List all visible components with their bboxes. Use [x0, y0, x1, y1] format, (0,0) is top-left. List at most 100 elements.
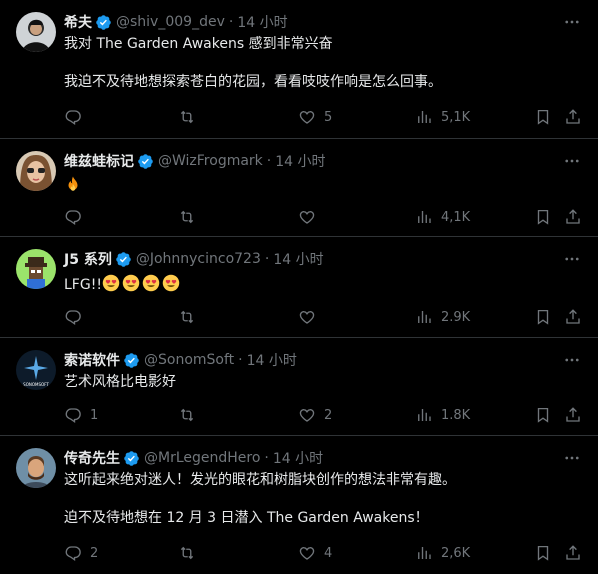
views-icon	[418, 547, 431, 559]
author-handle[interactable]: @MrLegendHero	[144, 450, 260, 466]
verified-badge-icon	[123, 352, 140, 369]
separator-dot: ·	[228, 14, 234, 30]
like-button[interactable]: 5	[298, 107, 332, 127]
like-button[interactable]	[298, 207, 324, 227]
post-sonomsoft[interactable]: SONOMSOFT 索诺软件 @SonomSoft · 14 小时 艺术风格比电…	[0, 338, 598, 436]
bookmark-icon[interactable]	[534, 207, 552, 227]
reply-button[interactable]	[64, 207, 90, 227]
post-time[interactable]: 14 小时	[273, 448, 323, 468]
separator-dot: ·	[238, 352, 243, 368]
author-name[interactable]: 希夫	[64, 12, 92, 32]
avatar[interactable]	[16, 448, 56, 488]
separator-dot: ·	[266, 153, 272, 169]
views-icon	[418, 111, 431, 123]
avatar[interactable]	[16, 151, 56, 191]
like-icon	[299, 310, 315, 324]
reply-icon	[65, 408, 81, 424]
post-text: 这听起来绝对迷人！发光的眼花和树脂块创作的想法非常有趣。 迫不及待地想在 12 …	[64, 471, 456, 528]
views-button[interactable]: 2.9K	[415, 307, 470, 327]
verified-badge-icon	[137, 153, 154, 170]
action-bar: 4,1K	[64, 207, 584, 227]
author-name[interactable]: 维兹蛙标记	[64, 151, 134, 171]
views-icon	[418, 211, 431, 223]
author-name[interactable]: 传奇先生	[64, 448, 120, 468]
author-name[interactable]: J5 系列	[64, 249, 112, 269]
repost-icon	[180, 110, 194, 124]
reply-icon	[65, 310, 81, 326]
like-icon	[299, 110, 315, 124]
author-handle[interactable]: @SonomSoft	[144, 352, 234, 368]
like-icon	[299, 546, 315, 560]
post-header: 传奇先生 @MrLegendHero · 14 小时	[64, 448, 323, 468]
action-bar: 2 4 2,6K	[64, 543, 584, 563]
reply-button[interactable]: 2	[64, 543, 98, 563]
post-time[interactable]: 14 小时	[247, 350, 297, 370]
repost-button[interactable]	[178, 207, 204, 227]
more-icon[interactable]	[560, 448, 584, 468]
verified-badge-icon	[123, 450, 140, 467]
share-icon[interactable]	[564, 307, 582, 327]
post-wizfrogmark[interactable]: 维兹蛙标记 @WizFrogmark · 14 小时 4,1K	[0, 139, 598, 237]
views-button[interactable]: 5,1K	[415, 107, 470, 127]
separator-dot: ·	[264, 251, 270, 267]
views-icon	[418, 409, 431, 421]
post-text-line: 我对 The Garden Awakens 感到非常兴奋	[64, 36, 333, 52]
share-icon[interactable]	[564, 543, 582, 563]
post-time[interactable]: 14 小时	[275, 151, 325, 171]
repost-icon	[180, 546, 194, 560]
reply-button[interactable]: 1	[64, 405, 98, 425]
views-button[interactable]: 4,1K	[415, 207, 470, 227]
views-icon	[418, 311, 431, 323]
post-text-line: 这听起来绝对迷人！发光的眼花和树脂块创作的想法非常有趣。	[64, 472, 456, 488]
post-text-prefix: LFG!!	[64, 277, 102, 293]
avatar[interactable]	[16, 12, 56, 52]
avatar[interactable]	[16, 249, 56, 289]
post-mrlegendhero[interactable]: 传奇先生 @MrLegendHero · 14 小时 这听起来绝对迷人！发光的眼…	[0, 436, 598, 574]
reply-button[interactable]	[64, 107, 90, 127]
more-icon[interactable]	[560, 151, 584, 171]
like-button[interactable]: 2	[298, 405, 332, 425]
post-shiv[interactable]: 希夫 @shiv_009_dev · 14 小时 我对 The Garden A…	[0, 0, 598, 139]
action-bar: 2.9K	[64, 307, 584, 327]
more-icon[interactable]	[560, 350, 584, 370]
more-icon[interactable]	[560, 249, 584, 269]
post-text: 艺术风格比电影好	[64, 373, 176, 392]
share-icon[interactable]	[564, 207, 582, 227]
post-text-line: 我迫不及待地想探索苍白的花园，看看吱吱作响是怎么回事。	[64, 74, 442, 90]
author-handle[interactable]: @WizFrogmark	[158, 153, 263, 169]
like-button[interactable]: 4	[298, 543, 332, 563]
author-name[interactable]: 索诺软件	[64, 350, 120, 370]
views-button[interactable]: 2,6K	[415, 543, 470, 563]
post-text: 我对 The Garden Awakens 感到非常兴奋 我迫不及待地想探索苍白…	[64, 35, 442, 92]
post-time[interactable]: 14 小时	[273, 249, 323, 269]
repost-button[interactable]	[178, 405, 204, 425]
post-text: LFG!!	[64, 274, 182, 295]
heart-eyes-emoji-icon	[122, 274, 140, 292]
more-icon[interactable]	[560, 12, 584, 32]
post-header: 索诺软件 @SonomSoft · 14 小时	[64, 350, 297, 370]
verified-badge-icon	[95, 14, 112, 31]
post-time[interactable]: 14 小时	[237, 12, 287, 32]
author-handle[interactable]: @shiv_009_dev	[116, 14, 225, 30]
author-handle[interactable]: @Johnnycinco723	[136, 251, 261, 267]
repost-button[interactable]	[178, 307, 204, 327]
views-button[interactable]: 1.8K	[415, 405, 470, 425]
bookmark-icon[interactable]	[534, 543, 552, 563]
repost-button[interactable]	[178, 107, 204, 127]
share-icon[interactable]	[564, 405, 582, 425]
heart-eyes-emoji-icon	[142, 274, 160, 292]
bookmark-icon[interactable]	[534, 307, 552, 327]
action-bar: 5 5,1K	[64, 107, 584, 127]
post-johnnycinco[interactable]: J5 系列 @Johnnycinco723 · 14 小时 LFG!! 2.9K	[0, 237, 598, 338]
like-button[interactable]	[298, 307, 324, 327]
reply-button[interactable]	[64, 307, 90, 327]
bookmark-icon[interactable]	[534, 107, 552, 127]
share-icon[interactable]	[564, 107, 582, 127]
bookmark-icon[interactable]	[534, 405, 552, 425]
fire-emoji-icon	[68, 176, 78, 191]
post-text-line: 迫不及待地想在 12 月 3 日潜入 The Garden Awakens！	[64, 510, 429, 526]
avatar[interactable]: SONOMSOFT	[16, 350, 56, 390]
reply-icon	[65, 546, 81, 562]
repost-button[interactable]	[178, 543, 204, 563]
reply-icon	[65, 210, 81, 226]
